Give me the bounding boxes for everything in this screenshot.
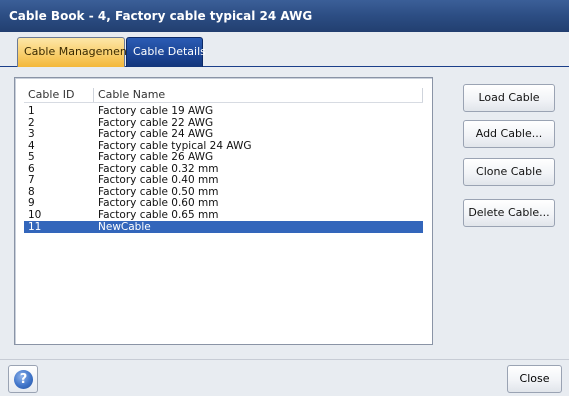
table-row[interactable]: 6 Factory cable 0.32 mm [24, 163, 423, 176]
list-rows: 1 Factory cable 19 AWG 2 Factory cable 22 … [24, 105, 423, 233]
table-row[interactable]: 7 Factory cable 0.40 mm [24, 174, 423, 187]
cell-cable-name: Factory cable 0.40 mm [98, 174, 219, 186]
table-row[interactable]: 8 Factory cable 0.50 mm [24, 186, 423, 199]
column-header-cable-name[interactable]: Cable Name [94, 88, 423, 102]
tab-cable-management[interactable]: Cable Management [17, 37, 131, 67]
cell-cable-id: 7 [28, 174, 35, 186]
cell-cable-id: 1 [28, 105, 35, 117]
table-row[interactable]: 2 Factory cable 22 AWG [24, 117, 423, 130]
table-row-selected[interactable]: 11 NewCable [24, 221, 423, 233]
tab-cable-details[interactable]: Cable Details [126, 37, 206, 67]
cell-cable-id: 11 [28, 221, 42, 233]
table-row[interactable]: 9 Factory cable 0.60 mm [24, 197, 423, 210]
cell-cable-id: 10 [28, 208, 42, 221]
cell-cable-name: Factory cable 26 AWG [98, 151, 214, 163]
cell-cable-id: 3 [28, 128, 35, 140]
cable-list[interactable]: Cable ID Cable Name 1 Factory cable 19 AW… [14, 77, 433, 345]
tab-strip: Cable Management Cable Details [0, 32, 569, 67]
load-cable-button[interactable]: Load Cable [463, 84, 555, 112]
cable-book-window: Cable Book - 4, Factory cable typical 24… [0, 0, 569, 396]
add-cable-button[interactable]: Add Cable... [463, 120, 555, 148]
table-row[interactable]: 5 Factory cable 26 AWG [24, 151, 423, 164]
table-row[interactable]: 1 Factory cable 19 AWG [24, 105, 423, 118]
cell-cable-name: Factory cable 19 AWG [98, 105, 214, 117]
table-row[interactable]: 4 Factory cable typical 24 AWG [24, 140, 423, 153]
table-row[interactable]: 10 Factory cable 0.65 mm [24, 208, 423, 222]
cell-cable-name: NewCable [98, 221, 151, 233]
close-button[interactable]: Close [507, 365, 562, 393]
cell-cable-name: Factory cable 0.65 mm [98, 208, 219, 221]
dialog-footer: ? Close [0, 359, 569, 396]
table-row[interactable]: 3 Factory cable 24 AWG [24, 128, 423, 141]
clone-cable-button[interactable]: Clone Cable [463, 158, 555, 186]
help-icon: ? [14, 370, 33, 389]
cell-cable-id: 5 [28, 151, 35, 163]
help-button[interactable]: ? [8, 365, 38, 393]
cell-cable-name: Factory cable 24 AWG [98, 128, 214, 140]
list-header: Cable ID Cable Name [24, 88, 423, 103]
column-header-cable-id[interactable]: Cable ID [24, 88, 94, 102]
window-title: Cable Book - 4, Factory cable typical 24… [0, 0, 569, 32]
cell-cable-id: 9 [28, 197, 35, 209]
cable-management-panel: Cable ID Cable Name 1 Factory cable 19 AW… [0, 67, 569, 359]
cell-cable-name: Factory cable 0.60 mm [98, 197, 219, 209]
delete-cable-button[interactable]: Delete Cable... [463, 199, 555, 227]
